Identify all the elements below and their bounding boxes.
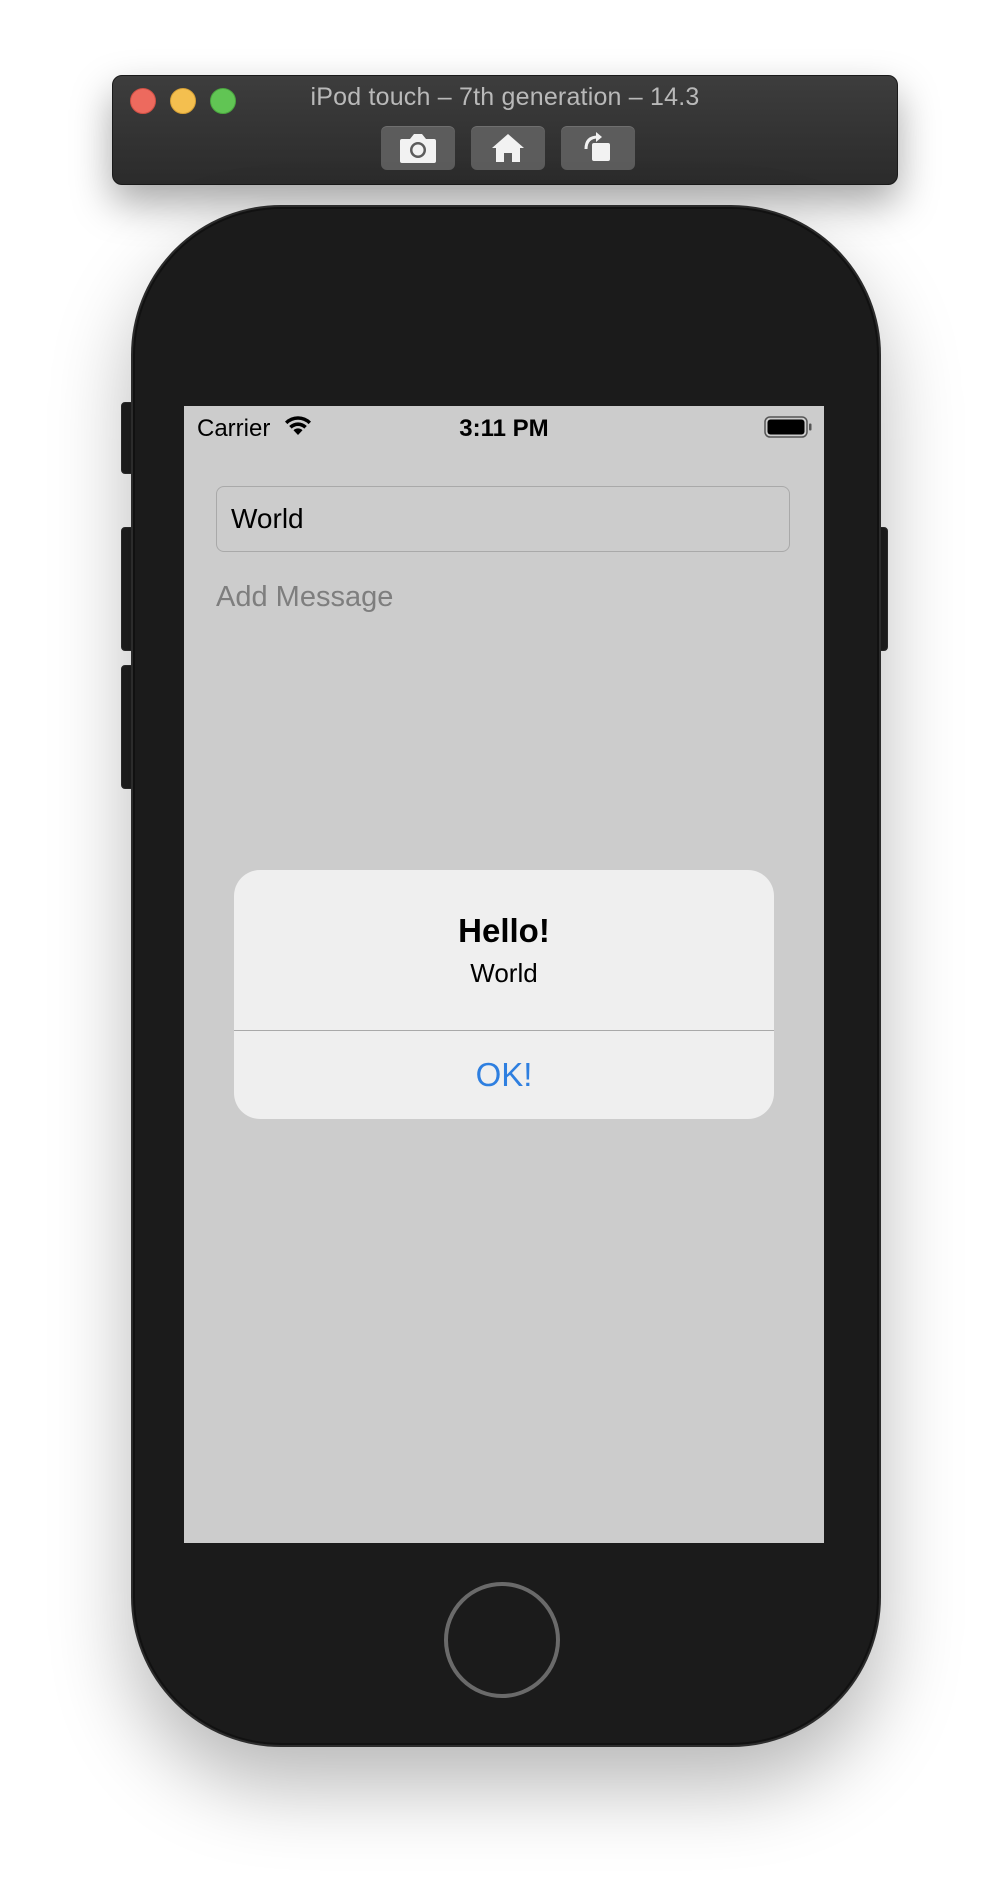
alert-dialog: Hello! World OK! — [234, 870, 774, 1119]
add-message-field[interactable]: Add Message — [216, 581, 393, 614]
camera-icon — [398, 131, 438, 165]
alert-message: World — [470, 958, 538, 988]
screenshot-button[interactable] — [381, 126, 455, 170]
home-icon — [490, 132, 526, 164]
window-title: iPod touch – 7th generation – 14.3 — [310, 83, 700, 111]
status-bar: Carrier 3:11 PM — [184, 406, 824, 448]
simulator-titlebar: iPod touch – 7th generation – 14.3 — [112, 75, 898, 185]
status-time: 3:11 PM — [459, 415, 549, 442]
name-text-value: World — [231, 503, 304, 534]
rotate-icon — [580, 131, 616, 165]
name-text-field[interactable]: World — [216, 486, 790, 552]
alert-ok-button[interactable]: OK! — [234, 1031, 774, 1119]
home-toolbar-button[interactable] — [471, 126, 545, 170]
device-home-button[interactable] — [444, 1582, 560, 1698]
device-screen: Carrier 3:11 PM World Add Message Hello!… — [184, 406, 824, 1543]
simulator-stage: iPod touch – 7th generation – 14.3 Carri… — [0, 0, 1008, 1892]
alert-title: Hello! — [458, 912, 550, 949]
battery-icon — [764, 416, 812, 445]
rotate-button[interactable] — [561, 126, 635, 170]
